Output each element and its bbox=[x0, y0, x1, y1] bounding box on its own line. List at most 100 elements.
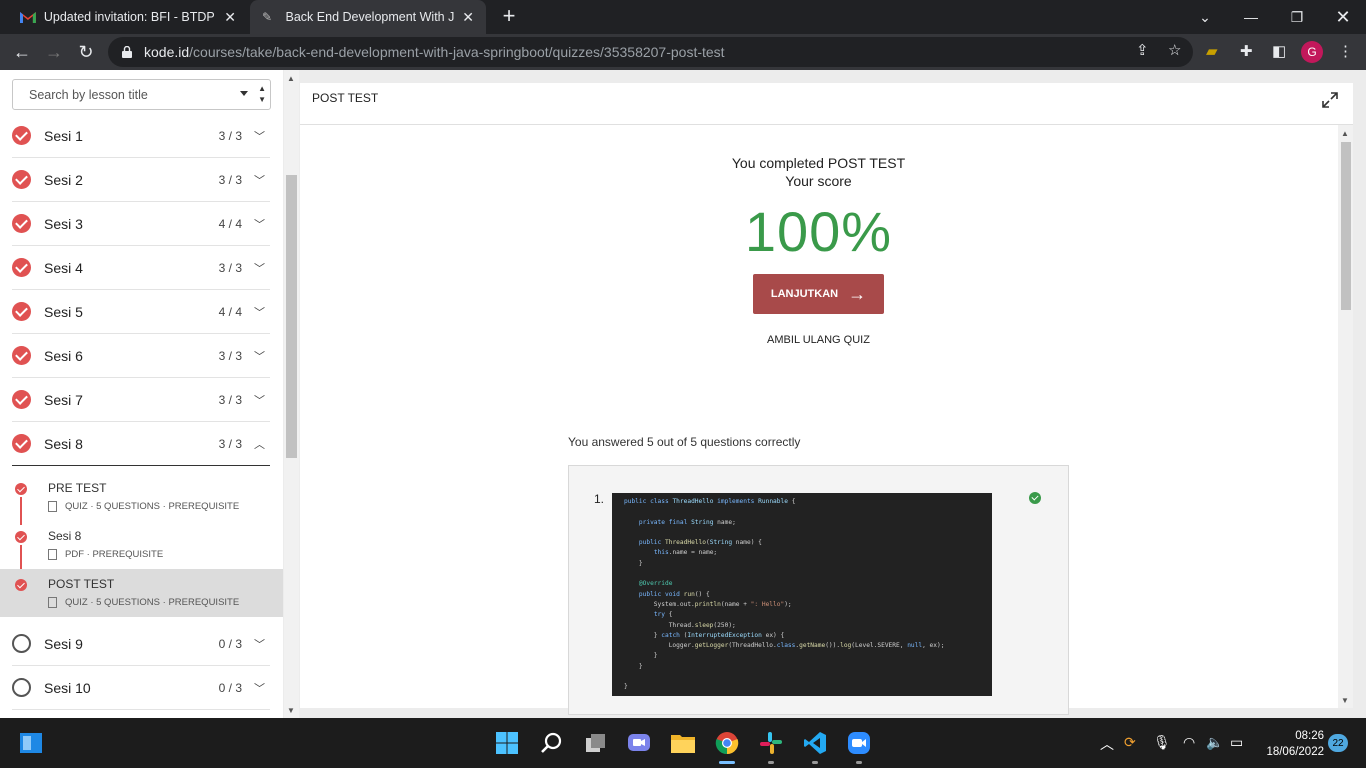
session-count: 3 / 3 bbox=[218, 392, 242, 407]
restore-button[interactable]: ❐ bbox=[1274, 0, 1320, 34]
session-name: Sesi 4 bbox=[44, 259, 83, 276]
close-icon[interactable]: ✕ bbox=[462, 9, 474, 26]
forward-arrow-icon[interactable]: → bbox=[40, 38, 68, 66]
session-count: 3 / 3 bbox=[218, 260, 242, 275]
check-circle-icon bbox=[12, 302, 31, 321]
profile-avatar[interactable]: G bbox=[1301, 41, 1323, 63]
session-count: 3 / 3 bbox=[218, 172, 242, 187]
retake-quiz-link[interactable]: AMBIL ULANG QUIZ bbox=[300, 334, 1337, 346]
star-icon[interactable]: ☆ bbox=[1168, 41, 1181, 59]
side-panel-icon[interactable]: ◧ bbox=[1272, 42, 1286, 60]
session-name: Sesi 1 bbox=[44, 127, 83, 144]
session-name: Sesi 10 bbox=[44, 679, 91, 696]
address-bar[interactable]: kode.id/courses/take/back-end-developmen… bbox=[108, 37, 1193, 67]
tab-title: Back End Development With Java bbox=[285, 10, 455, 24]
lesson-item[interactable]: PRE TEST QUIZ · 5 QUESTIONS · PREREQUISI… bbox=[0, 473, 283, 525]
session-name: Sesi 3 bbox=[44, 215, 83, 232]
clock-date: 18/06/2022 bbox=[1266, 746, 1324, 758]
course-sidebar: Search by lesson title ▲ ▼ Sesi 1 3 / 3 ﹀… bbox=[0, 70, 283, 718]
menu-icon[interactable]: ⋮ bbox=[1338, 42, 1353, 60]
battery-icon[interactable]: ▭ bbox=[1230, 734, 1243, 751]
close-window-button[interactable]: ✕ bbox=[1320, 0, 1366, 34]
check-circle-icon bbox=[12, 258, 31, 277]
widgets-icon[interactable] bbox=[18, 730, 44, 756]
scroll-down-icon[interactable]: ▼ bbox=[287, 706, 295, 715]
session-count: 3 / 3 bbox=[218, 348, 242, 363]
wifi-icon[interactable]: ◠ bbox=[1183, 734, 1195, 751]
session-item[interactable]: Sesi 10 0 / 3 ﹀ bbox=[12, 666, 270, 710]
content-scrollbar[interactable]: ▲ ▼ bbox=[1338, 125, 1353, 708]
new-tab-button[interactable]: + bbox=[498, 4, 520, 30]
extension-icon[interactable]: ▰ bbox=[1206, 42, 1218, 60]
tab-search-icon[interactable]: ⌄ bbox=[1182, 0, 1228, 34]
check-circle-icon bbox=[12, 214, 31, 233]
code-image: public class ThreadHello implements Runn… bbox=[612, 493, 992, 696]
puzzle-icon[interactable]: ✚ bbox=[1240, 42, 1253, 60]
spinner-arrows-icon: ▲ ▼ bbox=[258, 84, 266, 104]
zoom-icon[interactable] bbox=[846, 730, 872, 764]
microphone-icon[interactable]: 🎙 bbox=[1153, 734, 1171, 751]
lock-icon bbox=[122, 46, 132, 58]
caret-down-icon bbox=[240, 91, 248, 96]
clock-time: 08:26 bbox=[1295, 730, 1324, 742]
task-view-icon[interactable] bbox=[583, 730, 609, 756]
vscode-icon[interactable] bbox=[802, 730, 828, 764]
back-arrow-icon[interactable]: ← bbox=[8, 38, 36, 66]
slack-icon[interactable] bbox=[758, 730, 784, 764]
lesson-search-select[interactable]: Search by lesson title ▲ ▼ bbox=[12, 79, 271, 110]
session-item[interactable]: Sesi 5 4 / 4 ﹀ bbox=[12, 290, 270, 334]
lesson-item[interactable]: Sesi 8 PDF · PREREQUISITE bbox=[0, 521, 283, 573]
continue-button[interactable]: LANJUTKAN → bbox=[753, 274, 884, 314]
session-name: Sesi 5 bbox=[44, 303, 83, 320]
pen-icon: ✎ bbox=[262, 10, 273, 24]
teams-chat-icon[interactable] bbox=[626, 730, 652, 756]
scroll-up-icon[interactable]: ▲ bbox=[1341, 129, 1349, 138]
session-count: 4 / 4 bbox=[218, 304, 242, 319]
tab-gmail[interactable]: Updated invitation: BFI - BTDP Bo ✕ bbox=[8, 0, 248, 34]
share-icon[interactable]: ⇪ bbox=[1136, 41, 1149, 59]
tab-kode[interactable]: ✎ Back End Development With Java ✕ bbox=[250, 0, 486, 34]
expand-icon[interactable] bbox=[1321, 91, 1339, 109]
windows-taskbar: ︿ ⟳ 🎙 ◠ 🔈 ▭ 08:26 18/06/2022 22 bbox=[0, 718, 1366, 768]
clock[interactable]: 08:26 18/06/2022 bbox=[1258, 728, 1324, 760]
start-icon[interactable] bbox=[494, 730, 520, 756]
session-item[interactable]: Sesi 7 3 / 3 ﹀ bbox=[12, 378, 270, 422]
session-item[interactable]: Sesi 6 3 / 3 ﹀ bbox=[12, 334, 270, 378]
question-number: 1. bbox=[594, 492, 605, 506]
search-placeholder: Search by lesson title bbox=[29, 87, 148, 102]
search-icon[interactable] bbox=[538, 730, 564, 756]
volume-icon[interactable]: 🔈 bbox=[1206, 734, 1223, 751]
session-item[interactable]: Sesi 1 3 / 3 ﹀ bbox=[12, 114, 270, 158]
quiz-header: POST TEST bbox=[300, 83, 1353, 125]
sidebar-scrollbar[interactable]: ▲ ▼ bbox=[284, 70, 299, 718]
scrollbar-thumb[interactable] bbox=[1341, 142, 1351, 310]
session-item-expanded[interactable]: Sesi 8 3 / 3 ︿ bbox=[12, 422, 270, 466]
check-circle-icon bbox=[12, 346, 31, 365]
chevron-down-icon: ﹀ bbox=[254, 262, 265, 275]
session-count: 0 / 3 bbox=[218, 636, 242, 651]
sync-icon[interactable]: ⟳ bbox=[1124, 734, 1136, 751]
check-circle-icon bbox=[15, 483, 27, 495]
lesson-item-active[interactable]: POST TEST QUIZ · 5 QUESTIONS · PREREQUIS… bbox=[0, 569, 283, 617]
scrollbar-thumb[interactable] bbox=[286, 175, 297, 458]
scroll-up-icon[interactable]: ▲ bbox=[287, 74, 295, 83]
reload-icon[interactable]: ↻ bbox=[72, 38, 100, 66]
check-circle-icon bbox=[15, 579, 27, 591]
session-item[interactable]: Sesi 4 3 / 3 ﹀ bbox=[12, 246, 270, 290]
scroll-down-icon[interactable]: ▼ bbox=[1341, 696, 1349, 705]
session-item[interactable]: Sesi 3 4 / 4 ﹀ bbox=[12, 202, 270, 246]
chrome-icon[interactable] bbox=[714, 730, 740, 764]
lesson-meta: QUIZ · 5 QUESTIONS · PREREQUISITE bbox=[48, 501, 239, 512]
session-item[interactable]: Sesi 9 0 / 3 ﹀ bbox=[12, 622, 270, 666]
notification-badge[interactable]: 22 bbox=[1328, 734, 1348, 752]
close-icon[interactable]: ✕ bbox=[224, 9, 236, 26]
chevron-up-icon[interactable]: ︿ bbox=[1100, 734, 1114, 754]
file-explorer-icon[interactable] bbox=[670, 730, 696, 756]
question-card: 1. public class ThreadHello implements R… bbox=[568, 465, 1069, 715]
check-circle-icon bbox=[12, 170, 31, 189]
minimize-button[interactable]: — bbox=[1228, 0, 1274, 34]
chevron-down-icon: ﹀ bbox=[254, 218, 265, 231]
lesson-title: POST TEST bbox=[48, 577, 115, 591]
correct-check-icon bbox=[1029, 492, 1041, 504]
session-item[interactable]: Sesi 2 3 / 3 ﹀ bbox=[12, 158, 270, 202]
